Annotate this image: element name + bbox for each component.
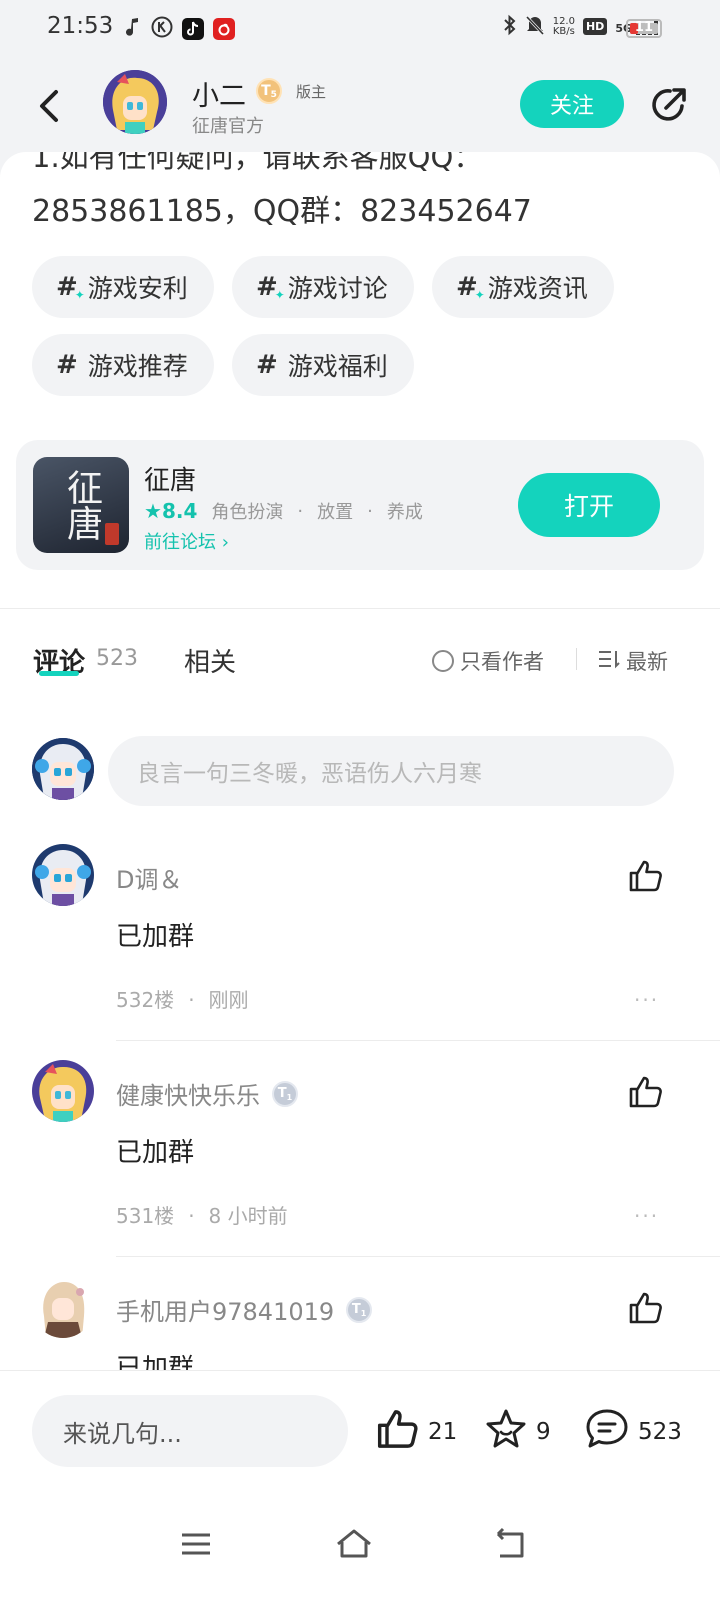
open-game-button[interactable]: 打开 xyxy=(518,473,660,537)
tag-youxi-anli[interactable]: # ✦ 游戏安利 xyxy=(32,256,214,318)
more-icon[interactable]: ··· xyxy=(634,1204,659,1228)
comment-text: 已加群 xyxy=(116,922,195,952)
share-button[interactable] xyxy=(648,84,690,126)
mute-icon xyxy=(525,14,545,39)
follow-button[interactable]: 关注 xyxy=(520,80,624,128)
reply-input[interactable]: 来说几句... xyxy=(32,1395,348,1467)
post-text-partial: 1.如有任何疑问，请联系客服QQ： xyxy=(32,152,483,174)
commenter-avatar[interactable] xyxy=(32,1060,94,1122)
status-time: 21:53 xyxy=(47,13,114,39)
section-divider xyxy=(0,608,720,609)
like-icon[interactable] xyxy=(628,858,664,894)
favorite-button[interactable]: 9 xyxy=(484,1407,551,1457)
hash-icon: # xyxy=(256,350,278,380)
bluetooth-icon xyxy=(503,14,517,39)
tiktok-icon xyxy=(182,18,204,40)
star-icon xyxy=(484,1407,536,1457)
hash-icon: # xyxy=(56,350,78,380)
commenter-name[interactable]: 手机用户97841019 T 1 xyxy=(116,1292,373,1327)
game-meta: ★8.4 角色扮演 · 放置 · 养成 xyxy=(144,499,423,523)
comment-text: 已加群 xyxy=(116,1138,195,1168)
comment-meta: 532楼 · 刚刚 xyxy=(116,988,249,1012)
comment-item: D调＆ 已加群 532楼 · 刚刚 ··· xyxy=(0,844,720,1058)
bottom-action-bar: 来说几句... 21 9 523 xyxy=(0,1370,720,1500)
k-app-icon xyxy=(151,16,173,42)
post-header: 小二 T5 版主 征唐官方 关注 xyxy=(0,56,720,152)
comments-count: 523 xyxy=(96,646,138,671)
comment-meta: 531楼 · 8 小时前 xyxy=(116,1204,288,1228)
like-icon[interactable] xyxy=(628,1074,664,1110)
hd-badge: HD xyxy=(582,18,608,35)
author-role: 版主 xyxy=(296,83,327,101)
hash-icon: # ✦ xyxy=(456,272,485,302)
game-icon: 征唐 xyxy=(33,457,129,553)
game-name: 征唐 xyxy=(144,466,197,496)
commenter-avatar[interactable] xyxy=(32,1276,94,1338)
tag-youxi-fuli[interactable]: # 游戏福利 xyxy=(232,334,414,396)
comment-divider xyxy=(116,1256,720,1257)
home-icon[interactable] xyxy=(334,1526,374,1562)
tab-related[interactable]: 相关 xyxy=(184,642,236,679)
battery-icon: 11 xyxy=(626,19,662,38)
like-button[interactable]: 21 xyxy=(376,1407,457,1457)
my-avatar xyxy=(32,738,94,800)
game-card[interactable]: 征唐 征唐 ★8.4 角色扮演 · 放置 · 养成 前往论坛 › 打开 xyxy=(16,440,704,570)
go-to-forum-link[interactable]: 前往论坛 › xyxy=(144,528,229,554)
tag-youxi-zixun[interactable]: # ✦ 游戏资讯 xyxy=(432,256,614,318)
netease-music-icon xyxy=(213,18,235,40)
like-icon[interactable] xyxy=(628,1290,664,1326)
comment-item: 健康快快乐乐 T 1 已加群 531楼 · 8 小时前 ··· xyxy=(0,1060,720,1274)
sort-icon xyxy=(598,649,620,674)
sort-button[interactable]: 最新 xyxy=(598,646,668,676)
author-level-badge: T5 xyxy=(256,78,282,104)
game-score: ★8.4 xyxy=(144,499,198,523)
commenter-name[interactable]: 健康快快乐乐 T 1 xyxy=(116,1076,298,1111)
hash-icon: # ✦ xyxy=(256,272,285,302)
thumbs-up-icon xyxy=(376,1407,428,1457)
comment-input[interactable]: 良言一句三冬暖，恶语伤人六月寒 xyxy=(108,736,674,806)
commenter-name[interactable]: D调＆ xyxy=(116,860,182,895)
comment-bubble-icon xyxy=(584,1407,638,1457)
post-text-contact: 2853861185，QQ群：823452647 xyxy=(32,194,532,229)
divider xyxy=(576,648,577,670)
author-name[interactable]: 小二 xyxy=(192,74,246,113)
notification-icons xyxy=(124,16,235,42)
level-badge: T1 xyxy=(272,1080,298,1107)
status-bar: 21:53 12.0 KB/s HD 5G 11 xyxy=(0,0,720,56)
post-content-card: 1.如有任何疑问，请联系客服QQ： 2853861185，QQ群：8234526… xyxy=(0,152,720,1402)
back-button[interactable] xyxy=(34,86,68,126)
favorite-count: 9 xyxy=(536,1419,551,1445)
commenter-avatar[interactable] xyxy=(32,844,94,906)
author-avatar[interactable] xyxy=(103,70,167,134)
menu-icon[interactable] xyxy=(178,1526,218,1562)
hash-icon: # ✦ xyxy=(56,272,85,302)
tab-active-indicator xyxy=(39,671,79,676)
tag-youxi-tuijian[interactable]: # 游戏推荐 xyxy=(32,334,214,396)
tag-youxi-taolun[interactable]: # ✦ 游戏讨论 xyxy=(232,256,414,318)
chevron-right-icon: › xyxy=(221,532,229,553)
comment-button[interactable]: 523 xyxy=(584,1407,682,1457)
only-author-toggle[interactable]: 只看作者 xyxy=(432,646,544,676)
author-subtitle: 征唐官方 xyxy=(192,116,264,137)
level-badge: T1 xyxy=(346,1296,373,1323)
music-note-icon xyxy=(124,16,142,42)
more-icon[interactable]: ··· xyxy=(634,988,659,1012)
radio-icon xyxy=(432,650,454,672)
comment-count: 523 xyxy=(638,1419,682,1445)
back-nav-icon[interactable] xyxy=(492,1526,532,1562)
comment-divider xyxy=(116,1040,720,1041)
net-speed: 12.0 KB/s xyxy=(552,15,575,37)
system-navigation-bar xyxy=(0,1500,720,1600)
like-count: 21 xyxy=(428,1419,458,1445)
